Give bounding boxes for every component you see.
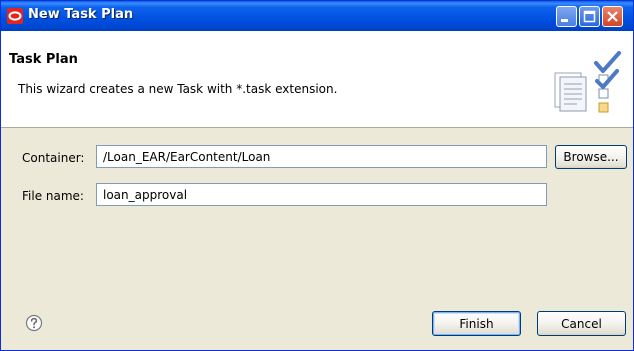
dialog-window: New Task Plan Task Plan This wizard crea…	[0, 0, 634, 351]
maximize-button[interactable]	[579, 6, 600, 27]
close-button[interactable]	[602, 6, 623, 27]
finish-button[interactable]: Finish	[432, 311, 521, 336]
window-title: New Task Plan	[28, 7, 134, 22]
help-icon[interactable]	[25, 314, 43, 332]
title-bar[interactable]: New Task Plan	[1, 1, 633, 31]
maximize-icon	[583, 10, 596, 23]
banner-description: This wizard creates a new Task with *.ta…	[18, 82, 338, 96]
cancel-button[interactable]: Cancel	[537, 311, 626, 336]
oracle-logo-icon	[7, 8, 23, 24]
browse-button[interactable]: Browse...	[555, 145, 627, 169]
wizard-banner: Task Plan This wizard creates a new Task…	[1, 31, 633, 128]
container-label: Container:	[22, 151, 85, 165]
close-icon	[607, 11, 618, 22]
minimize-button[interactable]	[556, 6, 577, 27]
banner-title: Task Plan	[9, 52, 78, 67]
container-input[interactable]	[96, 145, 547, 168]
task-checklist-icon	[554, 51, 621, 113]
filename-label: File name:	[22, 189, 84, 203]
minimize-icon	[561, 19, 568, 22]
filename-input[interactable]	[96, 183, 547, 206]
